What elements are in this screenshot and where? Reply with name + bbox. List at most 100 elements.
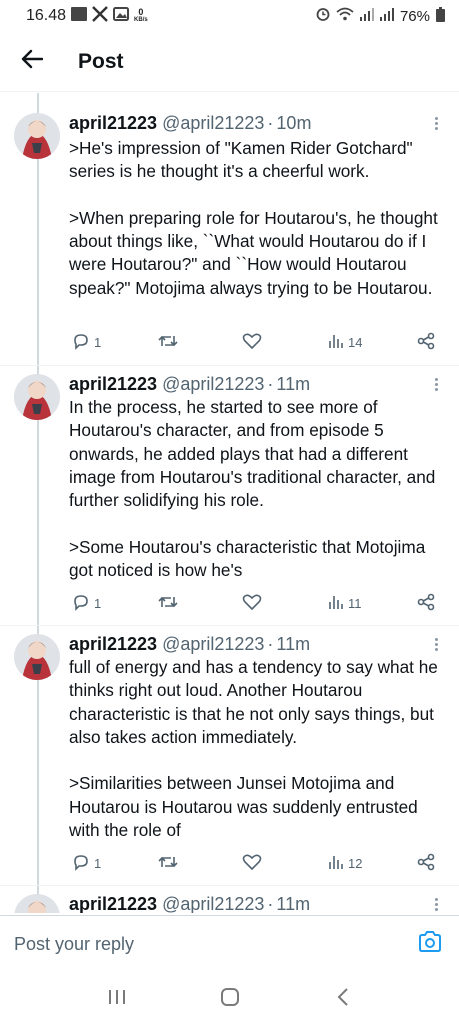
views-button[interactable]: 12 bbox=[328, 854, 362, 873]
more-options-button[interactable] bbox=[427, 116, 445, 130]
back-button[interactable] bbox=[12, 42, 52, 82]
battery-percent: 76% bbox=[399, 7, 430, 25]
more-options-button[interactable] bbox=[427, 897, 445, 911]
like-button[interactable] bbox=[242, 593, 266, 614]
more-icon-dot bbox=[434, 387, 438, 391]
reply-icon bbox=[72, 853, 90, 874]
more-icon-dot bbox=[434, 907, 438, 911]
tweet-text: full of energy and has a tendency to say… bbox=[69, 656, 449, 842]
repost-icon bbox=[158, 332, 178, 353]
image-icon bbox=[113, 6, 130, 26]
author-name[interactable]: april21223 bbox=[69, 113, 157, 134]
more-icon-dot bbox=[434, 382, 438, 386]
avatar[interactable] bbox=[14, 894, 60, 913]
avatar[interactable] bbox=[14, 113, 60, 159]
post-time[interactable]: 11m bbox=[276, 374, 310, 395]
tweet[interactable]: april21223 @april21223 · 11m bbox=[0, 886, 459, 913]
repost-button[interactable] bbox=[158, 332, 182, 353]
avatar[interactable] bbox=[14, 634, 60, 680]
reply-button[interactable]: 1 bbox=[72, 332, 101, 353]
post-time[interactable]: 10m bbox=[276, 113, 311, 134]
reply-input[interactable] bbox=[14, 934, 415, 955]
system-back-button[interactable] bbox=[323, 979, 363, 1019]
heart-icon bbox=[242, 332, 262, 353]
battery-icon bbox=[436, 6, 445, 26]
more-icon bbox=[434, 116, 438, 120]
wifi-icon bbox=[336, 7, 354, 25]
tweet-paragraph: full of energy and has a tendency to say… bbox=[69, 657, 438, 747]
tweet-text: In the process, he started to see more o… bbox=[69, 396, 449, 582]
more-icon-dot bbox=[434, 121, 438, 125]
tweet[interactable]: april21223 @april21223 · 10m >He's impre… bbox=[0, 93, 459, 366]
share-button[interactable] bbox=[417, 332, 435, 353]
system-nav-bar bbox=[0, 974, 459, 1024]
status-bar: 16.48 0 KB/s 76% bbox=[0, 0, 459, 32]
more-icon-dot bbox=[434, 902, 438, 906]
alarm-icon bbox=[316, 7, 330, 25]
share-button[interactable] bbox=[417, 853, 435, 874]
author-handle[interactable]: @april21223 bbox=[162, 894, 264, 914]
separator-dot: · bbox=[267, 112, 274, 133]
header: Post bbox=[0, 32, 459, 92]
camera-icon bbox=[418, 931, 442, 958]
post-time[interactable]: 11m bbox=[276, 634, 310, 655]
more-icon-dot bbox=[434, 642, 438, 646]
more-icon bbox=[434, 897, 438, 901]
views-icon bbox=[328, 333, 344, 352]
views-button[interactable]: 14 bbox=[328, 333, 362, 352]
camera-button[interactable] bbox=[415, 930, 445, 960]
author-handle[interactable]: @april21223 bbox=[162, 374, 264, 395]
repost-button[interactable] bbox=[158, 853, 182, 874]
tweet-actions: 1 14 bbox=[72, 330, 435, 354]
more-options-button[interactable] bbox=[427, 377, 445, 391]
recent-apps-button[interactable] bbox=[97, 979, 137, 1019]
reply-button[interactable]: 1 bbox=[72, 593, 101, 614]
tweet-text: >He's impression of "Kamen Rider Gotchar… bbox=[69, 137, 449, 300]
tweet-paragraph: >Similarities between Junsei Motojima an… bbox=[69, 773, 418, 841]
like-button[interactable] bbox=[242, 332, 266, 353]
heart-icon bbox=[242, 593, 262, 614]
net-speed-value: 0 bbox=[138, 7, 144, 17]
tweet-paragraph: >Some Houtarou's characteristic that Mot… bbox=[69, 536, 426, 581]
author-name[interactable]: april21223 bbox=[69, 374, 157, 395]
home-button[interactable] bbox=[210, 979, 250, 1019]
author-name[interactable]: april21223 bbox=[69, 894, 157, 914]
heart-icon bbox=[242, 853, 262, 874]
reply-bar bbox=[0, 915, 459, 973]
repost-icon bbox=[158, 853, 178, 874]
share-button[interactable] bbox=[417, 593, 435, 614]
more-icon-dot bbox=[434, 647, 438, 651]
separator-dot: · bbox=[267, 893, 274, 914]
author-handle[interactable]: @april21223 bbox=[162, 113, 264, 134]
tweet-actions: 1 11 bbox=[72, 591, 435, 615]
tweet-actions: 1 12 bbox=[72, 851, 435, 875]
x-icon bbox=[92, 5, 108, 27]
avatar[interactable] bbox=[14, 374, 60, 420]
views-icon bbox=[328, 594, 344, 613]
repost-button[interactable] bbox=[158, 593, 182, 614]
like-button[interactable] bbox=[242, 853, 266, 874]
tweet[interactable]: april21223 @april21223 · 11m full of ene… bbox=[0, 626, 459, 886]
arrow-left-icon bbox=[21, 49, 44, 74]
thread: april21223 @april21223 · 10m >He's impre… bbox=[0, 93, 459, 913]
tweet-header: april21223 @april21223 · 10m bbox=[69, 111, 445, 135]
reply-button[interactable]: 1 bbox=[72, 853, 101, 874]
status-time: 16.48 bbox=[26, 7, 67, 24]
more-options-button[interactable] bbox=[427, 637, 445, 651]
views-button[interactable]: 11 bbox=[328, 594, 362, 613]
separator-dot: · bbox=[267, 373, 274, 394]
tweet[interactable]: april21223 @april21223 · 11m In the proc… bbox=[0, 366, 459, 626]
views-count: 12 bbox=[348, 855, 363, 871]
views-count: 14 bbox=[348, 334, 363, 350]
signal-icon bbox=[359, 7, 374, 25]
author-handle[interactable]: @april21223 bbox=[162, 634, 264, 655]
tweet-paragraph: >He's impression of "Kamen Rider Gotchar… bbox=[69, 138, 413, 182]
tweet-header: april21223 @april21223 · 11m bbox=[69, 892, 445, 913]
back-icon bbox=[336, 987, 350, 1012]
signal-icon bbox=[379, 7, 394, 25]
views-count: 11 bbox=[348, 595, 362, 611]
reply-count: 1 bbox=[94, 595, 102, 611]
author-name[interactable]: april21223 bbox=[69, 634, 157, 655]
reply-count: 1 bbox=[94, 334, 102, 350]
post-time[interactable]: 11m bbox=[276, 894, 310, 914]
